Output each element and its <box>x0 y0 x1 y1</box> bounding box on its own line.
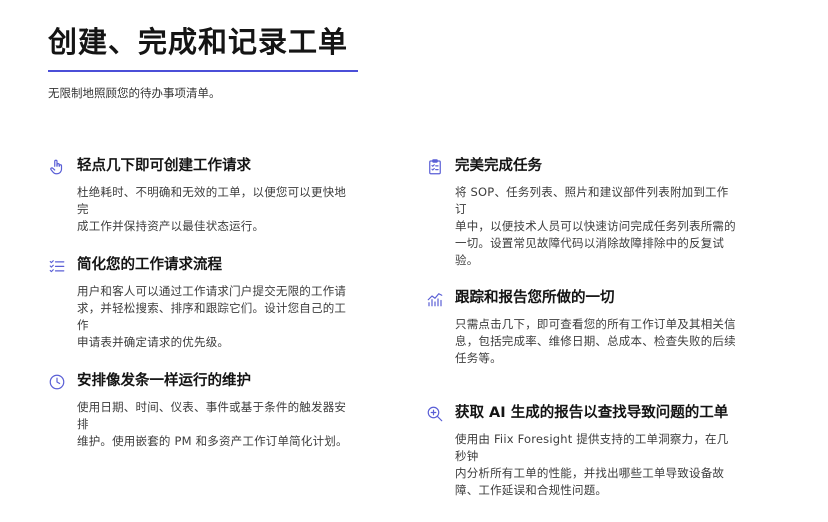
feature-description: 将 SOP、任务列表、照片和建议部件列表附加到工作订 单中，以便技术人员可以快速… <box>455 185 736 267</box>
magnify-plus-icon <box>426 405 444 423</box>
feature-description: 使用由 Fiix Foresight 提供支持的工单洞察力，在几秒钟 内分析所有… <box>455 432 729 497</box>
chart-trend-icon <box>426 290 444 308</box>
title-underline <box>48 70 358 72</box>
feature-title: 获取 AI 生成的报告以查找导致问题的工单 <box>455 405 729 421</box>
feature-description: 杜绝耗时、不明确和无效的工单，以便您可以更快地完 成工作并保持资产以最佳状态运行… <box>77 185 347 233</box>
feature-title: 轻点几下即可创建工作请求 <box>77 158 251 174</box>
checklist-icon <box>48 257 66 275</box>
hand-pointer-icon <box>48 158 66 176</box>
feature-description: 使用日期、时间、仪表、事件或基于条件的触发器安排 维护。使用嵌套的 PM 和多资… <box>77 400 348 448</box>
feature-title: 安排像发条一样运行的维护 <box>77 373 251 389</box>
page-title: 创建、完成和记录工单 <box>48 25 349 59</box>
page-subtitle: 无限制地照顾您的待办事项清单。 <box>48 86 221 100</box>
feature-description: 用户和客人可以通过工作请求门户提交无限的工作请 求，并轻松搜索、排序和跟踪它们。… <box>77 284 347 349</box>
feature-title: 简化您的工作请求流程 <box>77 257 222 273</box>
feature-title: 完美完成任务 <box>455 158 542 174</box>
clock-icon <box>48 373 66 391</box>
clipboard-checklist-icon <box>426 158 444 176</box>
feature-description: 只需点击几下，即可查看您的所有工作订单及其相关信 息，包括完成率、维修日期、总成… <box>455 317 736 365</box>
feature-title: 跟踪和报告您所做的一切 <box>455 290 615 306</box>
